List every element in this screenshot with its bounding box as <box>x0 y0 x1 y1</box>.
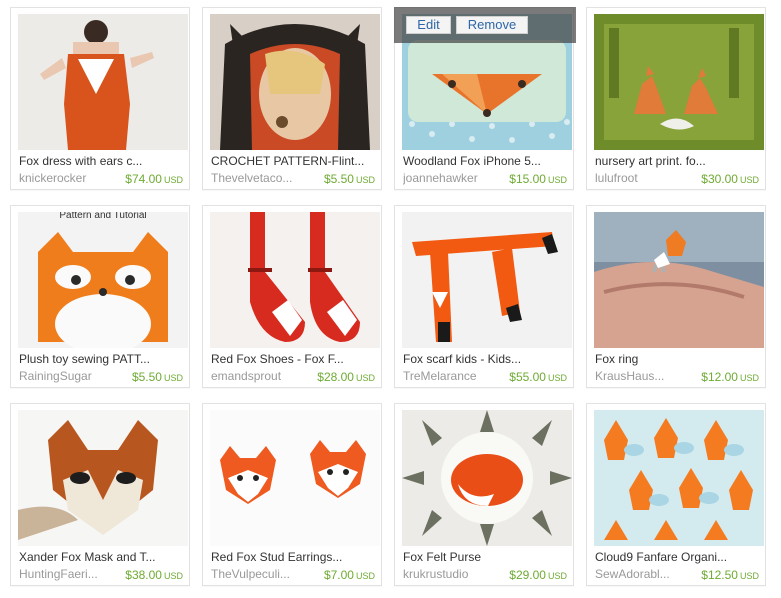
currency-label: USD <box>739 175 759 185</box>
product-card[interactable]: Fox Felt Purse krukrustudio $29.00 USD <box>394 403 574 586</box>
product-card[interactable]: Fox scarf kids - Kids... TreMelarance $5… <box>394 205 574 388</box>
product-image[interactable] <box>18 410 188 546</box>
currency-label: USD <box>739 373 759 383</box>
price-value: $5.50 <box>323 172 354 186</box>
product-image[interactable] <box>402 410 572 546</box>
product-price: $29.00 USD <box>509 568 567 582</box>
currency-label: USD <box>739 571 759 581</box>
product-price: $38.00 USD <box>125 568 183 582</box>
product-title[interactable]: CROCHET PATTERN-Flint... <box>211 154 377 168</box>
product-card[interactable]: Fox dress with ears c... knickerocker $7… <box>10 7 190 190</box>
product-price: $12.00 USD <box>701 370 759 384</box>
product-price: $55.00 USD <box>509 370 567 384</box>
shop-name[interactable]: KrausHaus... <box>595 369 693 383</box>
price-value: $30.00 <box>701 172 738 186</box>
product-card[interactable]: Fox ring KrausHaus... $12.00 USD <box>586 205 766 388</box>
currency-label: USD <box>163 373 183 383</box>
currency-label: USD <box>355 175 375 185</box>
price-value: $7.00 <box>323 568 354 582</box>
product-title[interactable]: Plush toy sewing PATT... <box>19 352 185 366</box>
product-card[interactable]: Cloud9 Fanfare Organi... SewAdorabl... $… <box>586 403 766 586</box>
product-card[interactable]: Red Fox Stud Earrings... TheVulpeculi...… <box>202 403 382 586</box>
currency-label: USD <box>547 175 567 185</box>
shop-name[interactable]: TheVulpeculi... <box>211 567 309 581</box>
price-value: $15.00 <box>509 172 546 186</box>
shop-name[interactable]: SewAdorabl... <box>595 567 693 581</box>
currency-label: USD <box>355 373 375 383</box>
shop-name[interactable]: Thevelvetaco... <box>211 171 309 185</box>
product-title[interactable]: Fox ring <box>595 352 761 366</box>
price-value: $38.00 <box>125 568 162 582</box>
product-title[interactable]: Fox Felt Purse <box>403 550 569 564</box>
shop-name[interactable]: krukrustudio <box>403 567 501 581</box>
product-image[interactable] <box>594 410 764 546</box>
product-price: $5.50 USD <box>324 172 375 186</box>
product-price: $5.50 USD <box>132 370 183 384</box>
price-value: $55.00 <box>509 370 546 384</box>
price-value: $5.50 <box>131 370 162 384</box>
product-card[interactable]: CROCHET PATTERN-Flint... Thevelvetaco...… <box>202 7 382 190</box>
product-price: $7.00 USD <box>324 568 375 582</box>
image-caption: Pattern and Tutorial <box>59 212 146 221</box>
product-price: $28.00 USD <box>317 370 375 384</box>
product-title[interactable]: Fox scarf kids - Kids... <box>403 352 569 366</box>
product-image[interactable] <box>210 410 380 546</box>
remove-button[interactable]: Remove <box>456 16 528 34</box>
product-card[interactable]: Xander Fox Mask and T... HuntingFaeri...… <box>10 403 190 586</box>
shop-name[interactable]: HuntingFaeri... <box>19 567 117 581</box>
product-price: $12.50 USD <box>701 568 759 582</box>
edit-button[interactable]: Edit <box>406 16 451 34</box>
price-value: $28.00 <box>317 370 354 384</box>
product-title[interactable]: nursery art print. fo... <box>595 154 761 168</box>
product-image[interactable] <box>594 14 764 150</box>
currency-label: USD <box>547 373 567 383</box>
product-price: $15.00 USD <box>509 172 567 186</box>
shop-name[interactable]: joannehawker <box>403 171 501 185</box>
product-price: $30.00 USD <box>701 172 759 186</box>
price-value: $74.00 <box>125 172 162 186</box>
price-value: $12.50 <box>701 568 738 582</box>
product-image[interactable]: Pattern and Tutorial <box>18 212 188 348</box>
product-image[interactable] <box>210 14 380 150</box>
product-card[interactable]: Red Fox Shoes - Fox F... emandsprout $28… <box>202 205 382 388</box>
product-title[interactable]: Woodland Fox iPhone 5... <box>403 154 569 168</box>
product-title[interactable]: Cloud9 Fanfare Organi... <box>595 550 761 564</box>
price-value: $12.00 <box>701 370 738 384</box>
shop-name[interactable]: lulufroot <box>595 171 693 185</box>
product-image[interactable] <box>18 14 188 150</box>
shop-name[interactable]: RainingSugar <box>19 369 117 383</box>
price-value: $29.00 <box>509 568 546 582</box>
product-card[interactable]: Pattern and Tutorial Plush toy sewing PA… <box>10 205 190 388</box>
product-title[interactable]: Red Fox Stud Earrings... <box>211 550 377 564</box>
currency-label: USD <box>355 571 375 581</box>
product-image[interactable] <box>402 212 572 348</box>
shop-name[interactable]: knickerocker <box>19 171 117 185</box>
product-price: $74.00 USD <box>125 172 183 186</box>
product-title[interactable]: Fox dress with ears c... <box>19 154 185 168</box>
product-card[interactable]: nursery art print. fo... lulufroot $30.0… <box>586 7 766 190</box>
currency-label: USD <box>547 571 567 581</box>
product-title[interactable]: Xander Fox Mask and T... <box>19 550 185 564</box>
product-image[interactable] <box>210 212 380 348</box>
product-image[interactable] <box>594 212 764 348</box>
item-admin-toolbar: Edit Remove <box>394 7 576 43</box>
currency-label: USD <box>163 571 183 581</box>
shop-name[interactable]: TreMelarance <box>403 369 501 383</box>
shop-name[interactable]: emandsprout <box>211 369 309 383</box>
currency-label: USD <box>163 175 183 185</box>
product-title[interactable]: Red Fox Shoes - Fox F... <box>211 352 377 366</box>
